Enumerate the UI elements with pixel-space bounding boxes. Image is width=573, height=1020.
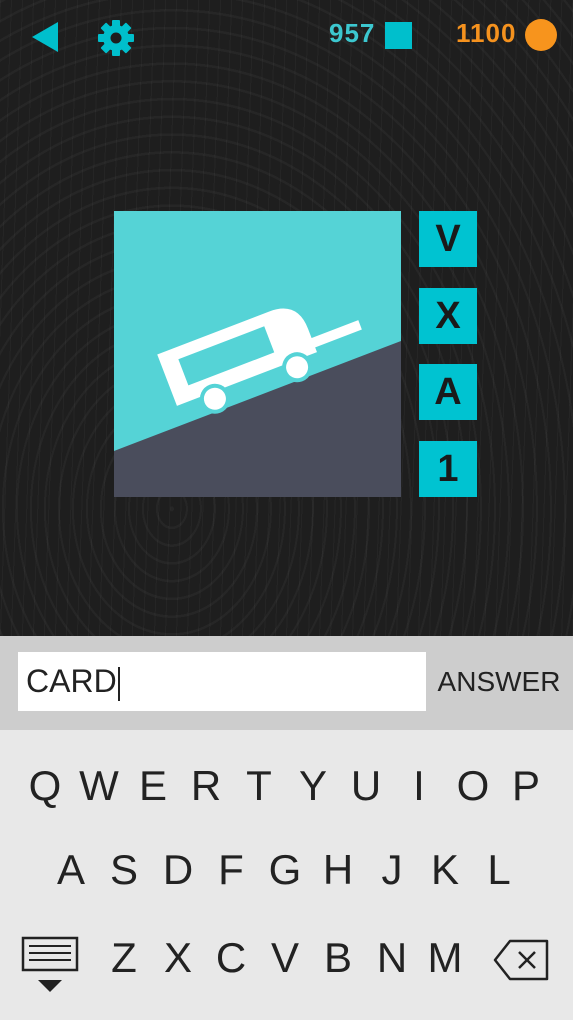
- key-n[interactable]: N: [366, 934, 418, 982]
- key-a[interactable]: A: [45, 846, 97, 894]
- key-q[interactable]: Q: [19, 762, 71, 810]
- key-i[interactable]: I: [393, 762, 445, 810]
- key-r[interactable]: R: [180, 762, 232, 810]
- backspace-icon[interactable]: [492, 938, 550, 982]
- answer-button[interactable]: ANSWER: [433, 666, 565, 702]
- key-v[interactable]: V: [259, 934, 311, 982]
- key-j[interactable]: J: [366, 846, 418, 894]
- answer-input[interactable]: CARD: [18, 652, 426, 711]
- key-u[interactable]: U: [340, 762, 392, 810]
- key-h[interactable]: H: [312, 846, 364, 894]
- coin-icon: [525, 19, 557, 51]
- key-t[interactable]: T: [233, 762, 285, 810]
- key-y[interactable]: Y: [287, 762, 339, 810]
- key-e[interactable]: E: [127, 762, 179, 810]
- key-f[interactable]: F: [205, 846, 257, 894]
- key-m[interactable]: M: [419, 934, 471, 982]
- key-z[interactable]: Z: [98, 934, 150, 982]
- puzzle-image: [114, 211, 401, 497]
- option-tile-a[interactable]: A: [419, 364, 477, 420]
- squares-count: 957: [329, 18, 376, 48]
- back-icon[interactable]: [30, 20, 60, 54]
- key-p[interactable]: P: [500, 762, 552, 810]
- key-g[interactable]: G: [259, 846, 311, 894]
- option-tile-x[interactable]: X: [419, 288, 477, 344]
- key-c[interactable]: C: [205, 934, 257, 982]
- key-x[interactable]: X: [152, 934, 204, 982]
- key-b[interactable]: B: [312, 934, 364, 982]
- keyboard-hide-icon[interactable]: [20, 936, 80, 996]
- square-icon: [385, 22, 412, 49]
- key-k[interactable]: K: [419, 846, 471, 894]
- key-s[interactable]: S: [98, 846, 150, 894]
- gear-icon[interactable]: [97, 19, 135, 57]
- key-l[interactable]: L: [473, 846, 525, 894]
- key-d[interactable]: D: [152, 846, 204, 894]
- option-tile-1[interactable]: 1: [419, 441, 477, 497]
- coins-count: 1100: [456, 18, 517, 48]
- text-caret: [117, 666, 120, 701]
- option-tile-v[interactable]: V: [419, 211, 477, 267]
- answer-text: CARD: [26, 663, 117, 699]
- key-w[interactable]: W: [73, 762, 125, 810]
- key-o[interactable]: O: [447, 762, 499, 810]
